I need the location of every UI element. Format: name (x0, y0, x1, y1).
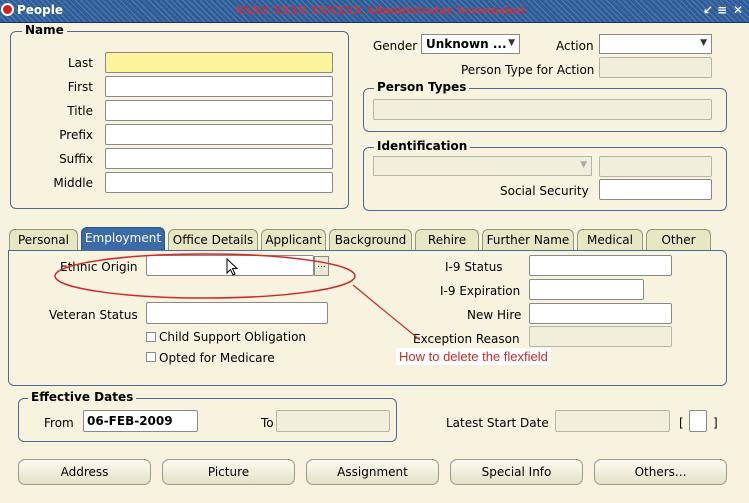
social-security-label: Social Security (500, 184, 589, 198)
i9-status-label: I-9 Status (445, 260, 503, 274)
name-group-label: Name (22, 23, 67, 37)
to-date-field (276, 410, 390, 432)
person-types-field (373, 99, 712, 120)
last-name-input[interactable] (105, 52, 333, 73)
action-label: Action (556, 39, 594, 53)
tab-medical[interactable]: Medical (577, 229, 643, 251)
i9-expiration-input[interactable] (529, 279, 644, 300)
identification-type-select: ▼ (373, 156, 592, 176)
latest-start-date-label: Latest Start Date (446, 416, 549, 430)
watermark-title: XXXX XXXX XXXXXX Administrator Screensho… (235, 4, 526, 17)
social-security-input[interactable] (599, 179, 712, 200)
exception-reason-field (529, 326, 672, 347)
tab-applicant[interactable]: Applicant (261, 229, 326, 251)
restore-icon[interactable]: ↙ (703, 3, 713, 17)
address-button[interactable]: Address (18, 459, 151, 485)
tab-further-name[interactable]: Further Name (482, 229, 574, 251)
chevron-down-icon: ▼ (508, 38, 515, 48)
person-types-label: Person Types (374, 80, 470, 94)
maximize-icon[interactable]: ≡ (717, 3, 727, 17)
exception-reason-label: Exception Reason (413, 332, 520, 346)
descriptive-flexfield-input[interactable] (689, 410, 707, 432)
bracket-open: [ (679, 416, 684, 430)
veteran-status-input[interactable] (146, 302, 328, 324)
close-icon[interactable]: ✕ (733, 3, 743, 17)
bracket-close: ] (713, 416, 718, 430)
i9-expiration-label: I-9 Expiration (440, 284, 521, 298)
person-type-for-action-field (599, 57, 712, 78)
picture-button[interactable]: Picture (162, 459, 295, 485)
prefix-label: Prefix (59, 128, 93, 142)
tab-office-details[interactable]: Office Details (168, 229, 258, 251)
prefix-input[interactable] (105, 124, 333, 145)
suffix-label: Suffix (59, 152, 93, 166)
effective-dates-label: Effective Dates (28, 390, 137, 404)
others-button[interactable]: Others... (594, 459, 727, 485)
new-hire-label: New Hire (467, 308, 522, 322)
identification-number-field (599, 156, 712, 177)
gender-label: Gender (373, 39, 418, 53)
first-label: First (67, 80, 93, 94)
tab-rehire[interactable]: Rehire (415, 229, 479, 251)
tab-background[interactable]: Background (329, 229, 412, 251)
latest-start-date-field (555, 410, 670, 432)
person-type-for-action-label: Person Type for Action (461, 63, 595, 77)
ethnic-origin-lov-button[interactable]: ... (314, 256, 329, 276)
tab-other[interactable]: Other (646, 229, 711, 251)
to-label: To (261, 416, 274, 430)
last-label: Last (68, 56, 93, 70)
middle-label: Middle (53, 176, 93, 190)
identification-label: Identification (374, 139, 471, 153)
child-support-label: Child Support Obligation (159, 330, 307, 344)
first-name-input[interactable] (105, 76, 333, 97)
middle-name-input[interactable] (105, 172, 333, 193)
veteran-status-label: Veteran Status (49, 308, 138, 322)
medicare-label: Opted for Medicare (159, 351, 275, 365)
mouse-cursor-icon (226, 258, 239, 276)
chevron-down-icon: ▼ (700, 38, 707, 48)
gender-value: Unknown ... (426, 37, 507, 51)
window-title: People (17, 3, 64, 17)
title-label: Title (67, 104, 93, 118)
annotation-text: How to delete the flexfield (396, 348, 551, 365)
i9-status-input[interactable] (529, 255, 672, 276)
gender-select[interactable]: Unknown ... ▼ (421, 34, 520, 54)
assignment-button[interactable]: Assignment (306, 459, 439, 485)
oracle-app-icon (1, 3, 14, 16)
from-label: From (44, 416, 74, 430)
tab-personal[interactable]: Personal (9, 229, 78, 251)
medicare-checkbox[interactable] (146, 352, 156, 362)
ethnic-origin-label: Ethnic Origin (60, 260, 138, 274)
suffix-input[interactable] (105, 148, 333, 169)
title-input[interactable] (105, 100, 333, 121)
chevron-down-icon: ▼ (580, 160, 587, 170)
from-date-input[interactable]: 06-FEB-2009 (83, 410, 198, 432)
child-support-checkbox[interactable] (146, 332, 156, 342)
special-info-button[interactable]: Special Info (450, 459, 583, 485)
action-select[interactable]: ▼ (599, 34, 712, 54)
tab-employment[interactable]: Employment (81, 227, 165, 251)
new-hire-input[interactable] (529, 303, 672, 324)
